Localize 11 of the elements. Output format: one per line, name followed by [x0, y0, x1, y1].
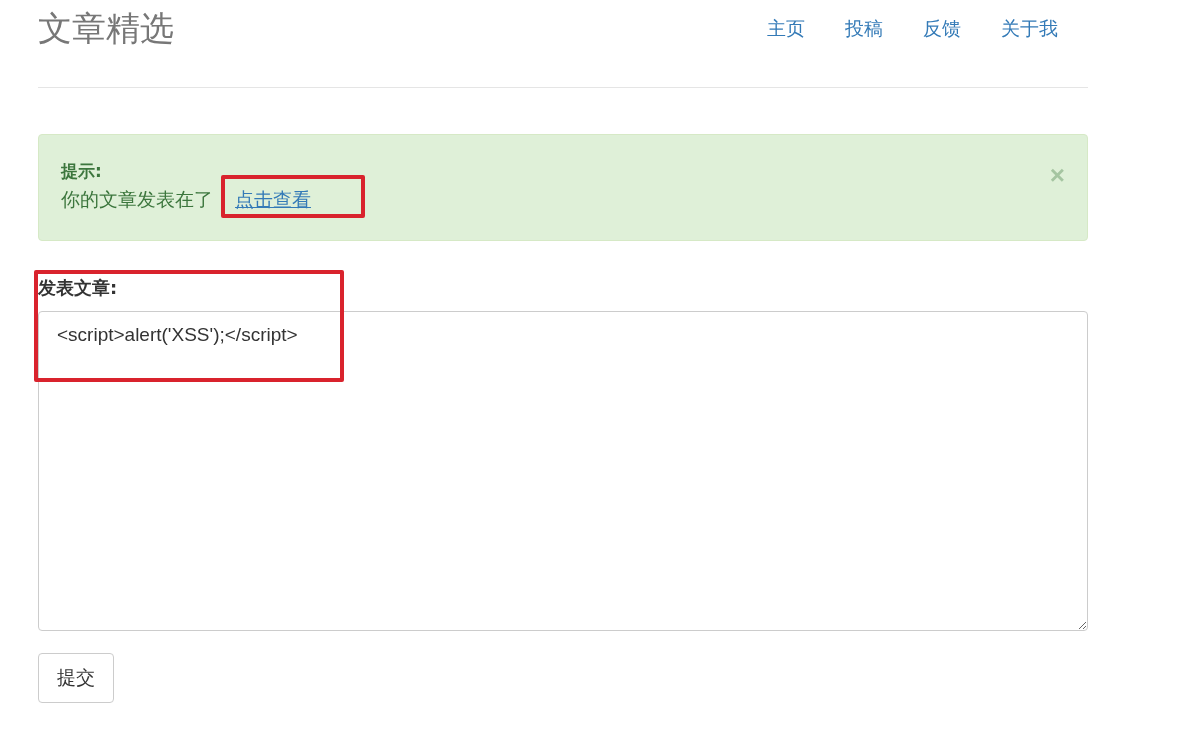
- nav-link[interactable]: 关于我: [981, 15, 1078, 42]
- nav-link[interactable]: 主页: [747, 15, 825, 42]
- submit-button[interactable]: 提交: [38, 653, 114, 703]
- field-label: 发表文章:: [38, 276, 119, 300]
- nav-link[interactable]: 反馈: [903, 15, 981, 42]
- alert-heading: 提示:: [61, 160, 103, 183]
- article-textarea[interactable]: <script>alert('XSS');</script>: [38, 311, 1088, 631]
- nav-link[interactable]: 投稿: [825, 15, 903, 42]
- alert-message: 你的文章发表在了: [61, 188, 213, 210]
- view-link[interactable]: 点击查看: [235, 188, 311, 210]
- site-title: 文章精选: [38, 6, 174, 50]
